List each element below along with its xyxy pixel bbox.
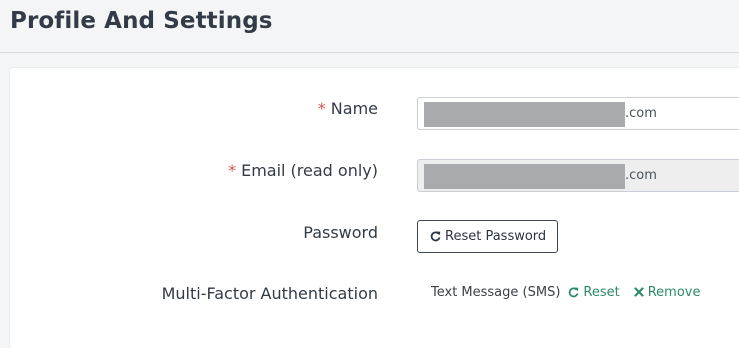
- email-label: * Email (read only): [228, 161, 378, 180]
- refresh-icon: [569, 287, 579, 297]
- name-input[interactable]: .com: [417, 97, 739, 130]
- mfa-remove-link[interactable]: Remove: [634, 285, 701, 300]
- page-header: Profile And Settings: [0, 0, 739, 53]
- email-value-suffix: .com: [625, 168, 657, 183]
- mfa-reset-label: Reset: [583, 284, 620, 300]
- name-label: * Name: [318, 99, 378, 118]
- mfa-reset-link[interactable]: Reset: [568, 284, 620, 300]
- reset-password-label: Reset Password: [445, 229, 547, 244]
- refresh-icon: [430, 231, 441, 242]
- mfa-method: Text Message (SMS): [431, 284, 561, 300]
- reset-password-button[interactable]: Reset Password: [417, 220, 559, 253]
- close-icon: [634, 287, 644, 297]
- mfa-label: Multi-Factor Authentication: [161, 284, 378, 303]
- mfa-controls: Text Message (SMS) Reset Remove: [431, 283, 701, 301]
- required-marker: *: [317, 99, 326, 118]
- password-label: Password: [303, 223, 378, 242]
- required-marker: *: [228, 161, 237, 180]
- email-field: .com: [417, 159, 739, 192]
- email-label-text: Email (read only): [241, 161, 378, 180]
- name-value-suffix: .com: [625, 106, 657, 121]
- redacted-value: [424, 164, 625, 189]
- name-label-text: Name: [330, 99, 378, 118]
- redacted-value: [424, 102, 625, 127]
- mfa-remove-label: Remove: [647, 284, 701, 300]
- page-title: Profile And Settings: [10, 8, 273, 34]
